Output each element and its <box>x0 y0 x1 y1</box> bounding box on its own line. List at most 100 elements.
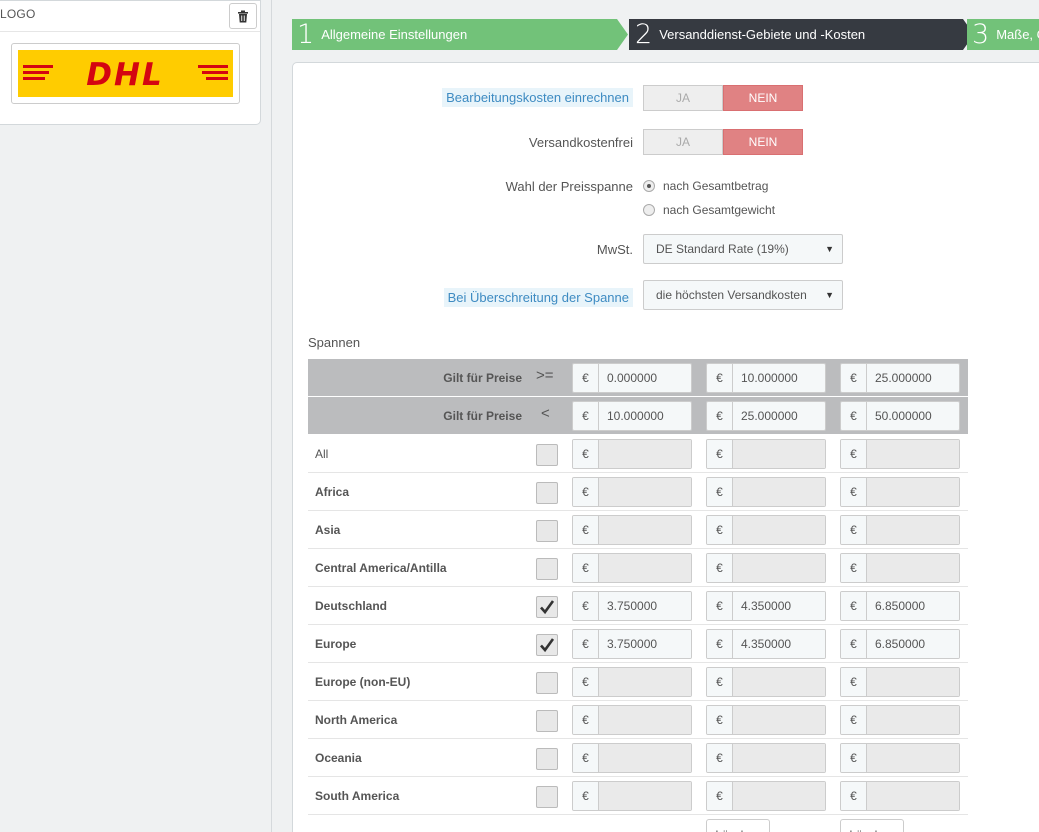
zone-price-input[interactable]: €6.850000 <box>840 591 960 621</box>
zone-price-input[interactable]: € <box>572 515 692 545</box>
zone-checkbox[interactable] <box>536 596 558 618</box>
zone-price-input[interactable]: €4.350000 <box>706 591 826 621</box>
zone-checkbox[interactable] <box>536 558 558 580</box>
wizard-step-2[interactable]: 2 Versanddienst-Gebiete und -Kosten <box>629 19 974 50</box>
euro-icon: € <box>707 744 733 772</box>
euro-icon: € <box>573 440 599 468</box>
tax-select[interactable]: DE Standard Rate (19%) ▼ <box>643 234 843 264</box>
zone-price-input[interactable]: € <box>706 781 826 811</box>
zone-price-input[interactable]: € <box>706 553 826 583</box>
zone-price-input[interactable]: € <box>706 515 826 545</box>
handling-no-option[interactable]: NEIN <box>723 85 803 111</box>
zone-price-input[interactable]: € <box>572 439 692 469</box>
euro-icon: € <box>841 630 867 658</box>
euro-icon: € <box>841 706 867 734</box>
zone-price-input[interactable]: € <box>840 439 960 469</box>
checkmark-icon <box>540 600 555 615</box>
free-shipping-yes-option[interactable]: JA <box>643 129 723 155</box>
zone-row: Europe €3.750000 €4.350000 €6.850000 <box>308 625 968 663</box>
free-shipping-switch[interactable]: JA NEIN <box>643 129 803 155</box>
input-value <box>867 668 959 696</box>
range-to-input[interactable]: €10.000000 <box>572 401 692 431</box>
zone-name: Central America/Antilla <box>315 561 447 575</box>
delete-logo-button[interactable] <box>229 3 257 29</box>
chevron-down-icon: ▼ <box>825 244 834 254</box>
input-value <box>733 668 825 696</box>
zone-row: South America € € € <box>308 777 968 815</box>
range-to-input[interactable]: €50.000000 <box>840 401 960 431</box>
euro-icon: € <box>573 592 599 620</box>
zone-price-input[interactable]: € <box>706 705 826 735</box>
handling-label: Bearbeitungskosten einrechnen <box>442 88 633 107</box>
range-from-input[interactable]: €25.000000 <box>840 363 960 393</box>
zone-checkbox[interactable] <box>536 672 558 694</box>
range-to-row: Gilt für Preise < €10.000000 €25.000000 … <box>308 397 968 435</box>
zone-price-input[interactable]: € <box>572 553 692 583</box>
range-to-input[interactable]: €25.000000 <box>706 401 826 431</box>
zone-price-input[interactable]: €6.850000 <box>840 629 960 659</box>
range-from-input[interactable]: €10.000000 <box>706 363 826 393</box>
input-value: 0.000000 <box>599 364 691 392</box>
zone-price-input[interactable]: € <box>572 705 692 735</box>
handling-yes-option[interactable]: JA <box>643 85 723 111</box>
input-value <box>599 554 691 582</box>
zone-price-input[interactable]: € <box>572 477 692 507</box>
euro-icon: € <box>841 592 867 620</box>
zone-price-input[interactable]: €3.750000 <box>572 591 692 621</box>
zone-checkbox[interactable] <box>536 634 558 656</box>
euro-icon: € <box>841 402 867 430</box>
zone-checkbox[interactable] <box>536 748 558 770</box>
zone-price-input[interactable]: € <box>840 705 960 735</box>
range-from-row: Gilt für Preise >= €0.000000 €10.000000 … <box>308 359 968 397</box>
input-value: 4.350000 <box>733 592 825 620</box>
input-value <box>599 516 691 544</box>
zone-price-input[interactable]: € <box>572 743 692 773</box>
range-from-input[interactable]: €0.000000 <box>572 363 692 393</box>
zone-checkbox[interactable] <box>536 444 558 466</box>
zone-checkbox[interactable] <box>536 520 558 542</box>
free-shipping-no-option[interactable]: NEIN <box>723 129 803 155</box>
zone-price-input[interactable]: € <box>706 667 826 697</box>
billing-radio-weight[interactable]: nach Gesamtgewicht <box>643 203 775 217</box>
zone-checkbox[interactable] <box>536 710 558 732</box>
zone-price-input[interactable]: € <box>572 781 692 811</box>
handling-switch[interactable]: JA NEIN <box>643 85 803 111</box>
input-value: 6.850000 <box>867 630 959 658</box>
euro-icon: € <box>841 516 867 544</box>
zone-row: Asia € € € <box>308 511 968 549</box>
zone-price-input[interactable]: € <box>840 781 960 811</box>
zone-price-input[interactable]: € <box>840 667 960 697</box>
zone-name: All <box>315 447 329 461</box>
out-of-range-select[interactable]: die höchsten Versandkosten ▼ <box>643 280 843 310</box>
zone-price-input[interactable]: €3.750000 <box>572 629 692 659</box>
euro-icon: € <box>573 364 599 392</box>
euro-icon: € <box>841 478 867 506</box>
zone-price-input[interactable]: € <box>840 553 960 583</box>
zone-price-input[interactable]: € <box>840 743 960 773</box>
zone-price-input[interactable]: € <box>840 477 960 507</box>
delete-range-button[interactable]: Löschen <box>706 819 770 832</box>
range-to-label: Gilt für Preise <box>443 409 522 423</box>
euro-icon: € <box>573 402 599 430</box>
zone-price-input[interactable]: € <box>572 667 692 697</box>
euro-icon: € <box>841 782 867 810</box>
billing-radio-price[interactable]: nach Gesamtbetrag <box>643 179 768 193</box>
step-number: 3 <box>972 19 990 50</box>
radio-label: nach Gesamtgewicht <box>663 203 776 217</box>
input-value <box>867 744 959 772</box>
zone-row: All € € € <box>308 435 968 473</box>
delete-range-button[interactable]: Löschen <box>840 819 904 832</box>
zone-checkbox[interactable] <box>536 786 558 808</box>
tax-select-value: DE Standard Rate (19%) <box>656 242 789 256</box>
zone-price-input[interactable]: € <box>840 515 960 545</box>
zone-price-input[interactable]: € <box>706 743 826 773</box>
zone-price-input[interactable]: €4.350000 <box>706 629 826 659</box>
wizard-step-3[interactable]: 3 Maße, G <box>967 19 1039 50</box>
zone-checkbox[interactable] <box>536 482 558 504</box>
zone-price-input[interactable]: € <box>706 439 826 469</box>
input-value <box>867 516 959 544</box>
euro-icon: € <box>573 668 599 696</box>
zone-price-input[interactable]: € <box>706 477 826 507</box>
wizard-step-1[interactable]: 1 Allgemeine Einstellungen <box>292 19 628 50</box>
euro-icon: € <box>707 706 733 734</box>
